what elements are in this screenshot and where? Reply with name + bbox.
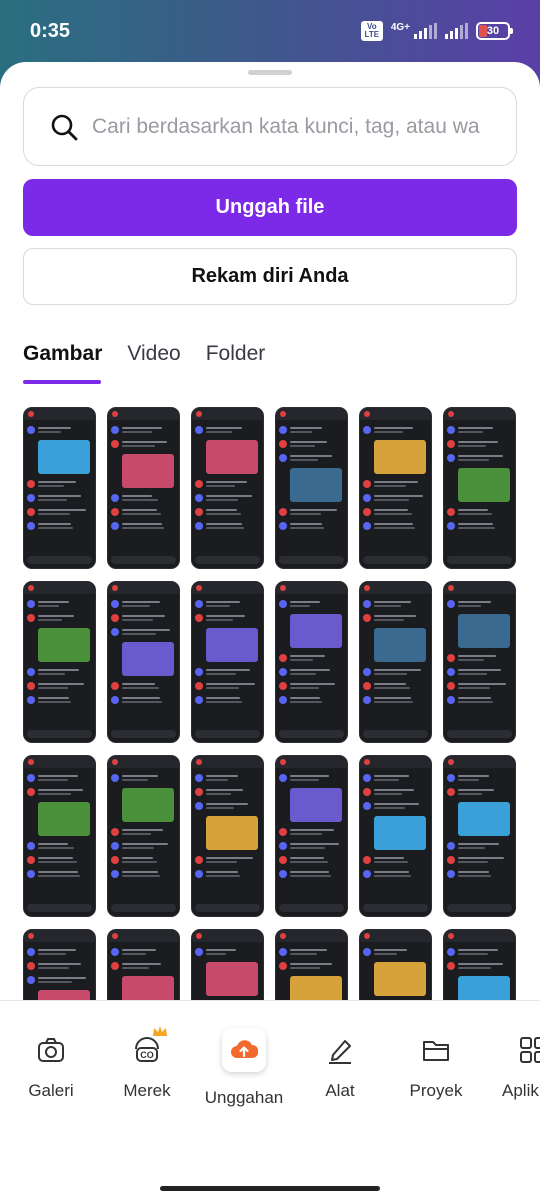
image-thumbnail[interactable] — [275, 755, 348, 917]
home-indicator — [160, 1186, 380, 1191]
signal-icon — [414, 23, 437, 39]
image-thumbnail[interactable] — [275, 407, 348, 569]
battery-percent: 30 — [486, 25, 500, 37]
battery-icon: 30 — [476, 22, 513, 40]
image-thumbnail[interactable] — [107, 755, 180, 917]
active-tab-indicator — [23, 380, 101, 384]
image-thumbnail[interactable] — [443, 407, 516, 569]
apps-icon — [520, 1037, 540, 1063]
status-indicators: Vo LTE 4G+ 30 — [360, 20, 513, 42]
image-thumbnail[interactable] — [275, 581, 348, 743]
image-thumbnail[interactable] — [107, 407, 180, 569]
nav-label: Alat — [325, 1081, 355, 1100]
cloud-upload-icon — [231, 1040, 258, 1058]
pen-tool-icon — [329, 1040, 351, 1064]
nav-label: Merek — [123, 1081, 171, 1100]
nav-alat[interactable]: Alat — [300, 1035, 380, 1101]
image-thumbnail[interactable] — [443, 755, 516, 917]
image-thumbnail[interactable] — [443, 581, 516, 743]
search-icon — [51, 114, 78, 140]
search-input[interactable] — [92, 114, 482, 139]
image-thumbnail[interactable] — [23, 581, 96, 743]
volte-icon: Vo LTE — [360, 21, 383, 41]
battery-level — [479, 25, 487, 37]
image-thumbnail[interactable] — [23, 407, 96, 569]
image-thumbnail[interactable] — [359, 407, 432, 569]
status-time: 0:35 — [30, 20, 71, 42]
bottom-nav: Galeri CO Merek Unggahan Alat Proyek Apl… — [0, 1000, 540, 1200]
tab-video[interactable]: Video — [127, 342, 180, 384]
signal-icon-2 — [445, 23, 468, 39]
tab-images[interactable]: Gambar — [23, 342, 102, 384]
sheet-grabber[interactable] — [248, 70, 292, 75]
nav-galeri[interactable]: Galeri — [11, 1035, 91, 1101]
upload-file-button[interactable]: Unggah file — [23, 179, 517, 236]
crown-icon — [153, 1026, 167, 1036]
brand-icon: CO — [135, 1037, 159, 1062]
svg-text:CO: CO — [140, 1050, 154, 1060]
nav-label: Galeri — [28, 1081, 74, 1100]
nav-proyek[interactable]: Proyek — [396, 1035, 476, 1101]
network-type: 4G+ — [390, 21, 410, 33]
folder-icon — [423, 1041, 449, 1061]
image-thumbnail[interactable] — [191, 407, 264, 569]
nav-label: Unggahan — [204, 1088, 284, 1107]
record-yourself-button[interactable]: Rekam diri Anda — [23, 248, 517, 305]
nav-merek[interactable]: CO Merek — [107, 1026, 187, 1101]
camera-icon — [38, 1038, 64, 1062]
image-thumbnail[interactable] — [359, 581, 432, 743]
image-grid — [23, 407, 517, 1062]
media-tabs: Gambar Video Folder — [23, 342, 265, 384]
image-thumbnail[interactable] — [23, 755, 96, 917]
upload-nav-icon-wrap — [222, 1028, 266, 1072]
search-bar[interactable] — [23, 87, 517, 166]
image-thumbnail[interactable] — [191, 755, 264, 917]
nav-label: Aplik — [502, 1081, 539, 1100]
image-thumbnail[interactable] — [107, 581, 180, 743]
image-thumbnail[interactable] — [359, 755, 432, 917]
status-bar: 0:35 Vo LTE 4G+ 30 — [0, 0, 540, 62]
image-thumbnail[interactable] — [191, 581, 264, 743]
nav-aplikasi[interactable]: Aplik — [490, 1035, 540, 1101]
nav-unggahan[interactable]: Unggahan — [204, 1028, 284, 1108]
nav-label: Proyek — [409, 1081, 463, 1100]
tab-folder[interactable]: Folder — [206, 342, 266, 384]
